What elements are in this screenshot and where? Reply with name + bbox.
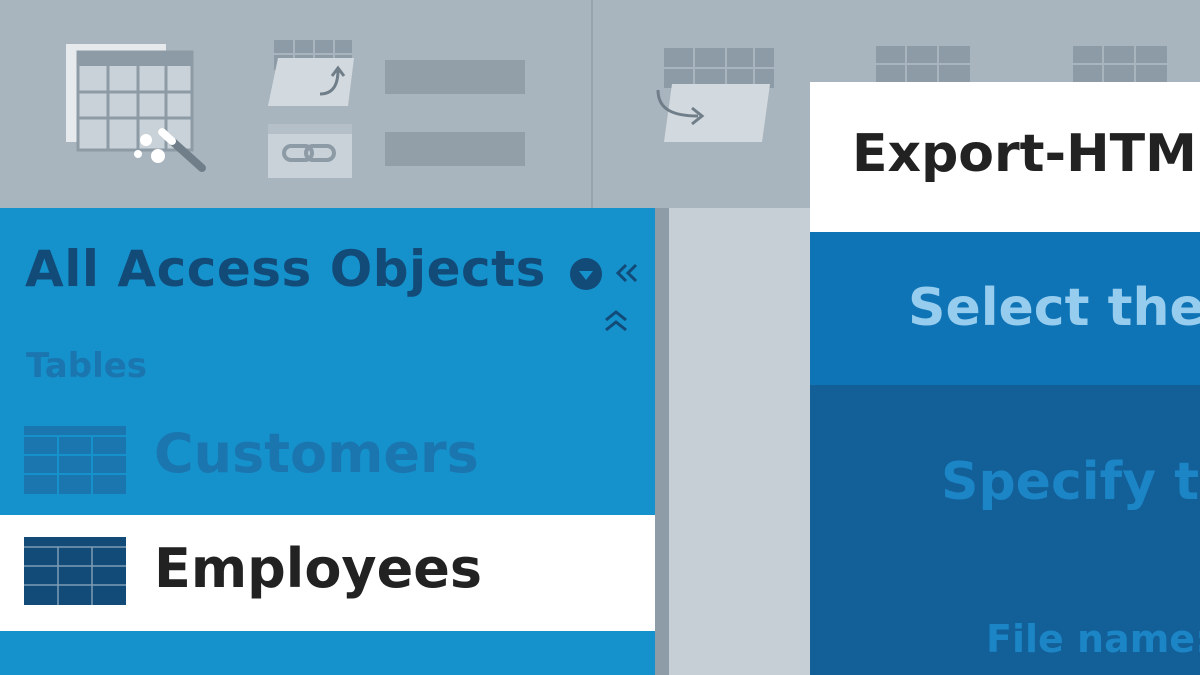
ribbon-button-placeholder[interactable] [385, 132, 525, 166]
ribbon-divider [591, 0, 593, 208]
table-icon[interactable] [876, 46, 970, 82]
table-icon [24, 426, 126, 494]
table-icon[interactable] [1073, 46, 1167, 82]
import-table-icon[interactable] [264, 36, 360, 112]
workspace-area [669, 208, 810, 675]
nav-item-label: Employees [154, 537, 483, 600]
dialog-title: Export-HTML [852, 124, 1200, 184]
nav-pane-title[interactable]: All Access Objects [25, 240, 546, 298]
dialog-step-select-text: Select the d [908, 278, 1200, 338]
linked-table-icon[interactable] [266, 122, 354, 180]
table-icon [24, 537, 126, 605]
navigation-pane-splitter[interactable] [655, 208, 669, 675]
nav-group-label-tables[interactable]: Tables [26, 346, 147, 386]
dialog-step-specify-text: Specify th [941, 452, 1200, 512]
collapse-group-icon[interactable] [603, 308, 629, 334]
ribbon-button-placeholder[interactable] [385, 60, 525, 94]
table-wizard-icon[interactable] [62, 40, 212, 180]
menu-dropdown-icon[interactable] [570, 258, 602, 290]
file-name-label: File name: [986, 617, 1200, 661]
collapse-pane-icon[interactable] [614, 262, 640, 284]
nav-item-label: Customers [154, 422, 479, 485]
export-table-icon[interactable] [654, 46, 778, 146]
